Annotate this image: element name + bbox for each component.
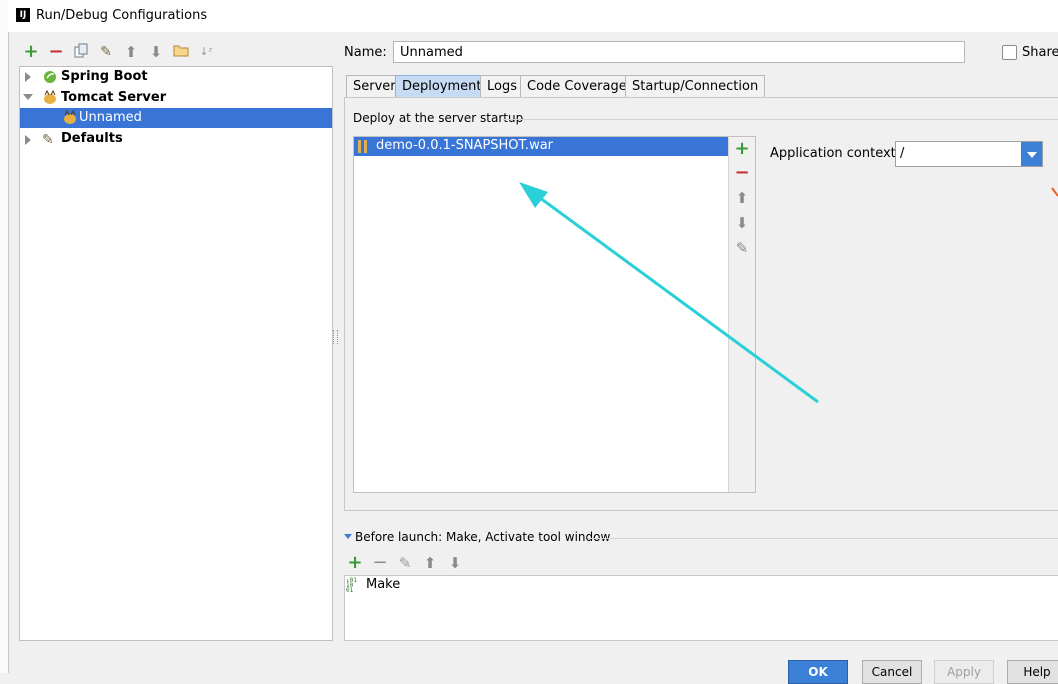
annotation-arrow-head [519, 182, 548, 208]
annotation-mark [1051, 187, 1058, 197]
annotation-arrow-shaft [531, 190, 819, 404]
annotation-arrow [519, 182, 1058, 404]
